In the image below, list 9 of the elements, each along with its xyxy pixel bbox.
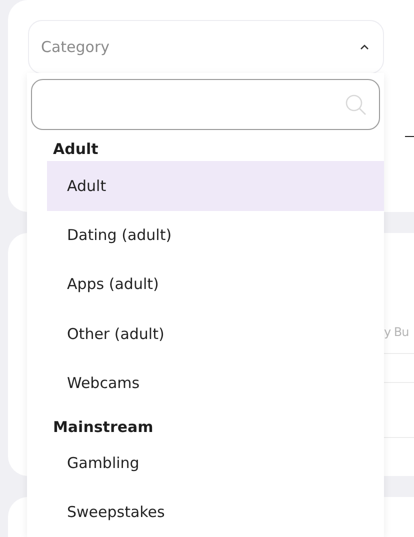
search-field[interactable] xyxy=(31,79,380,130)
group-heading: Mainstream xyxy=(52,416,154,438)
dropdown-option[interactable]: Adult xyxy=(47,161,384,210)
dropdown-option[interactable]: Sweepstakes xyxy=(47,488,384,537)
search-icon xyxy=(345,94,367,116)
group-heading: Adult xyxy=(52,139,100,160)
background-text: y Bu xyxy=(384,325,409,339)
dropdown-option[interactable]: Dating (adult) xyxy=(47,210,384,260)
chevron-up-icon xyxy=(360,44,369,50)
